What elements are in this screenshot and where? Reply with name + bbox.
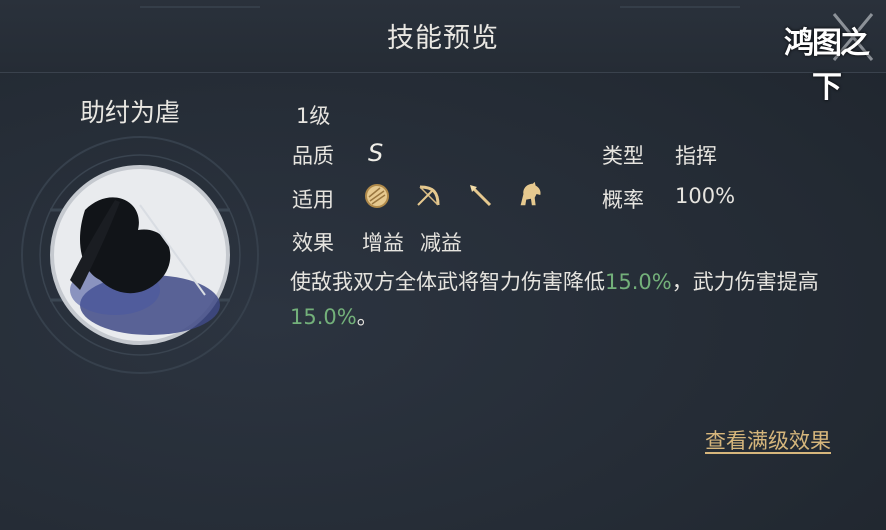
game-logo: 鸿图之下 [772,10,880,105]
skill-level: 1级 [296,104,331,128]
effect-label: 效果 [292,231,334,255]
shield-icon [365,184,389,208]
description-text-1: 使敌我双方全体武将智力伤害降低 [290,270,605,294]
applicable-label: 适用 [292,188,334,212]
probability-label: 概率 [602,188,644,212]
quality-value: S [368,139,384,167]
horse-icon [520,181,541,206]
type-value: 指挥 [675,144,717,168]
skill-emblem-icon [21,136,259,374]
description-text-3: 。 [356,305,378,329]
description-text-2: ，武力伤害提高 [671,270,819,294]
title-bar: 技能预览 [0,0,886,73]
quality-label: 品质 [292,144,334,168]
bow-icon [417,185,440,206]
skill-name: 助纣为虐 [80,98,181,127]
description-value-2: 15.0% [290,305,357,329]
page-title: 技能预览 [387,23,499,54]
effect-tag-buff: 增益 [362,231,404,255]
type-label: 类型 [602,144,644,168]
probability-value: 100% [675,184,736,208]
spear-icon [470,185,492,207]
view-full-level-link[interactable]: 查看满级效果 [705,425,831,455]
skill-description: 使敌我双方全体武将智力伤害降低15.0%，武力伤害提高15.0%。 [290,265,860,335]
logo-text: 鸿图之下 [784,26,870,105]
effect-tag-debuff: 减益 [420,231,462,255]
skill-preview-panel: 技能预览 鸿图之下 助纣为虐 1级 品质 S 类型 指挥 适用 概率 100% … [0,0,886,530]
description-value-1: 15.0% [605,270,672,294]
